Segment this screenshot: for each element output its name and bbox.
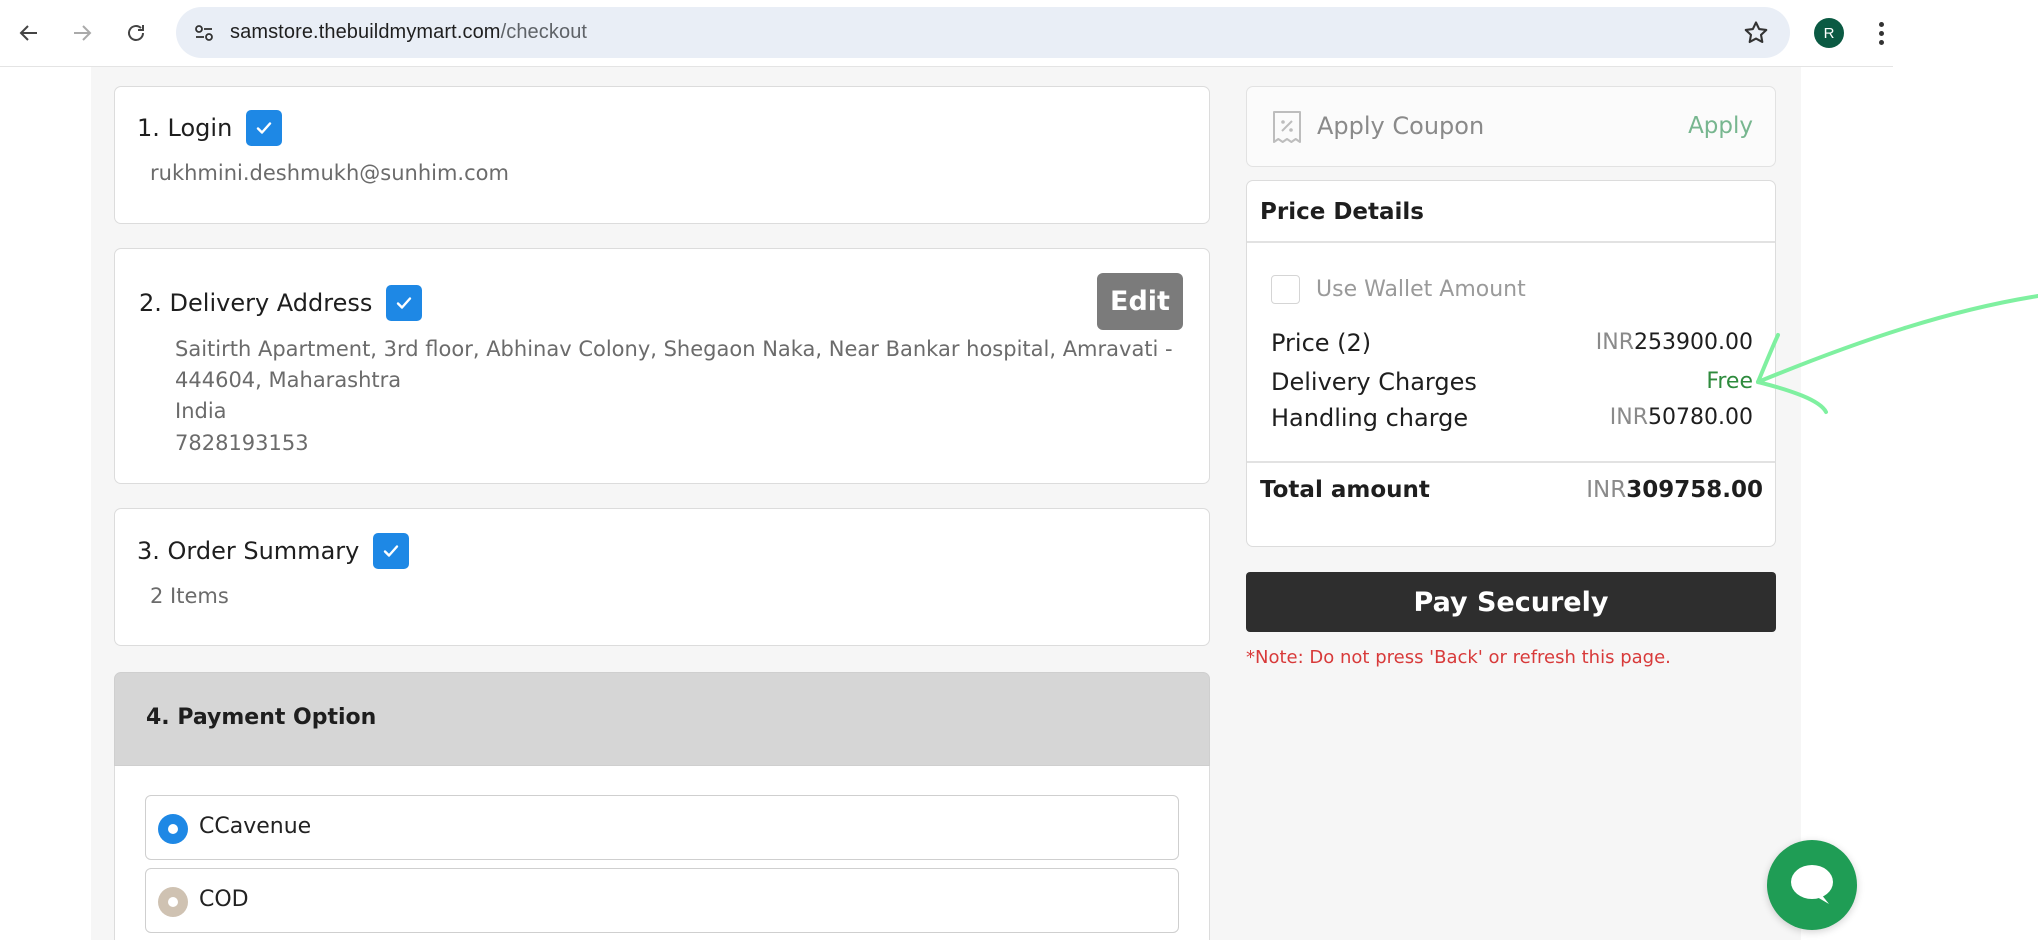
payment-option-ccavenue[interactable]: CCavenue [145,795,1179,860]
payment-title: 4. Payment Option [146,705,377,730]
coupon-label: Apply Coupon [1317,112,1485,140]
order-summary-step-title: 3. Order Summary [137,533,410,569]
bookmark-star-icon[interactable] [1742,19,1770,47]
delivery-address-card: 2. Delivery Address Edit Saitirth Apartm… [114,248,1210,484]
price-details-card: Price Details Use Wallet Amount Price (2… [1246,180,1776,547]
checkmark-icon [373,533,410,569]
order-items-count: 2 Items [150,584,229,608]
reload-button[interactable] [117,14,155,52]
payment-option-label: CCavenue [199,814,312,839]
login-email: rukhmini.deshmukh@sunhim.com [150,161,509,185]
wallet-label: Use Wallet Amount [1316,277,1526,302]
forward-arrow-icon [74,25,92,41]
address-line-2: 444604, Maharashtra [175,368,402,392]
radio-selected-icon[interactable] [158,814,188,844]
chat-widget-button[interactable] [1767,840,1857,930]
profile-initial: R [1823,24,1835,42]
divider [1247,241,1775,243]
delivery-charges-value: Free [1706,369,1753,394]
handling-amount: 50780.00 [1648,405,1753,430]
page: samstore.thebuildmymart.com/checkout R 1… [0,0,2038,940]
radio-unselected-icon[interactable] [158,887,188,917]
site-info-icon[interactable] [190,19,218,47]
reload-icon [128,25,144,41]
apply-coupon-button[interactable]: Apply [1688,113,1753,139]
total-amount-value: INR309758.00 [1586,477,1763,503]
profile-avatar[interactable]: R [1814,18,1844,48]
browser-toolbar: samstore.thebuildmymart.com/checkout R [0,0,1893,67]
address-phone: 7828193153 [175,431,309,455]
payment-options-panel: CCavenue COD [114,766,1210,940]
currency-label: INR [1586,477,1627,503]
chat-bubble-icon [1791,865,1833,904]
price-details-title: Price Details [1260,199,1424,225]
order-summary-title-text: 3. Order Summary [137,537,360,565]
back-arrow-icon [19,25,37,41]
url-host: samstore.thebuildmymart.com [230,21,501,43]
back-button[interactable] [10,14,48,52]
total-amount: 309758.00 [1626,477,1763,503]
url-text[interactable]: samstore.thebuildmymart.com/checkout [230,21,587,44]
forward-button[interactable] [63,14,101,52]
handling-charge-value: INR50780.00 [1610,405,1753,430]
login-step-title: 1. Login [137,110,283,146]
order-summary-card: 3. Order Summary 2 Items [114,508,1210,646]
payment-option-header: 4. Payment Option [114,672,1210,766]
currency-label: INR [1609,405,1649,430]
delivery-charges-label: Delivery Charges [1271,368,1477,396]
coupon-icon [1271,109,1303,145]
delivery-step-title: 2. Delivery Address [139,285,423,321]
pay-securely-button[interactable]: Pay Securely [1246,572,1776,632]
handling-charge-label: Handling charge [1271,404,1469,432]
address-line-1: Saitirth Apartment, 3rd floor, Abhinav C… [175,337,1173,361]
checkmark-icon [246,110,283,146]
price-amount: 253900.00 [1634,330,1753,355]
wallet-checkbox[interactable] [1271,275,1300,304]
currency-label: INR [1595,330,1635,355]
url-path: /checkout [500,21,588,43]
delivery-title-text: 2. Delivery Address [139,289,373,317]
apply-coupon-card[interactable]: Apply Coupon Apply [1246,86,1776,167]
checkmark-icon [386,285,423,321]
price-row-value: INR253900.00 [1596,330,1753,355]
browser-menu-icon[interactable] [1866,18,1896,48]
payment-option-label: COD [199,887,249,912]
edit-address-button[interactable]: Edit [1097,273,1183,330]
price-row-label: Price (2) [1271,329,1372,357]
address-country: India [175,399,227,423]
address-bar[interactable]: samstore.thebuildmymart.com/checkout [176,7,1790,58]
payment-note: *Note: Do not press 'Back' or refresh th… [1246,647,1671,668]
total-amount-label: Total amount [1260,477,1430,503]
payment-option-cod[interactable]: COD [145,868,1179,933]
login-card: 1. Login rukhmini.deshmukh@sunhim.com [114,86,1210,224]
divider [1247,461,1775,463]
login-title-text: 1. Login [137,114,233,142]
